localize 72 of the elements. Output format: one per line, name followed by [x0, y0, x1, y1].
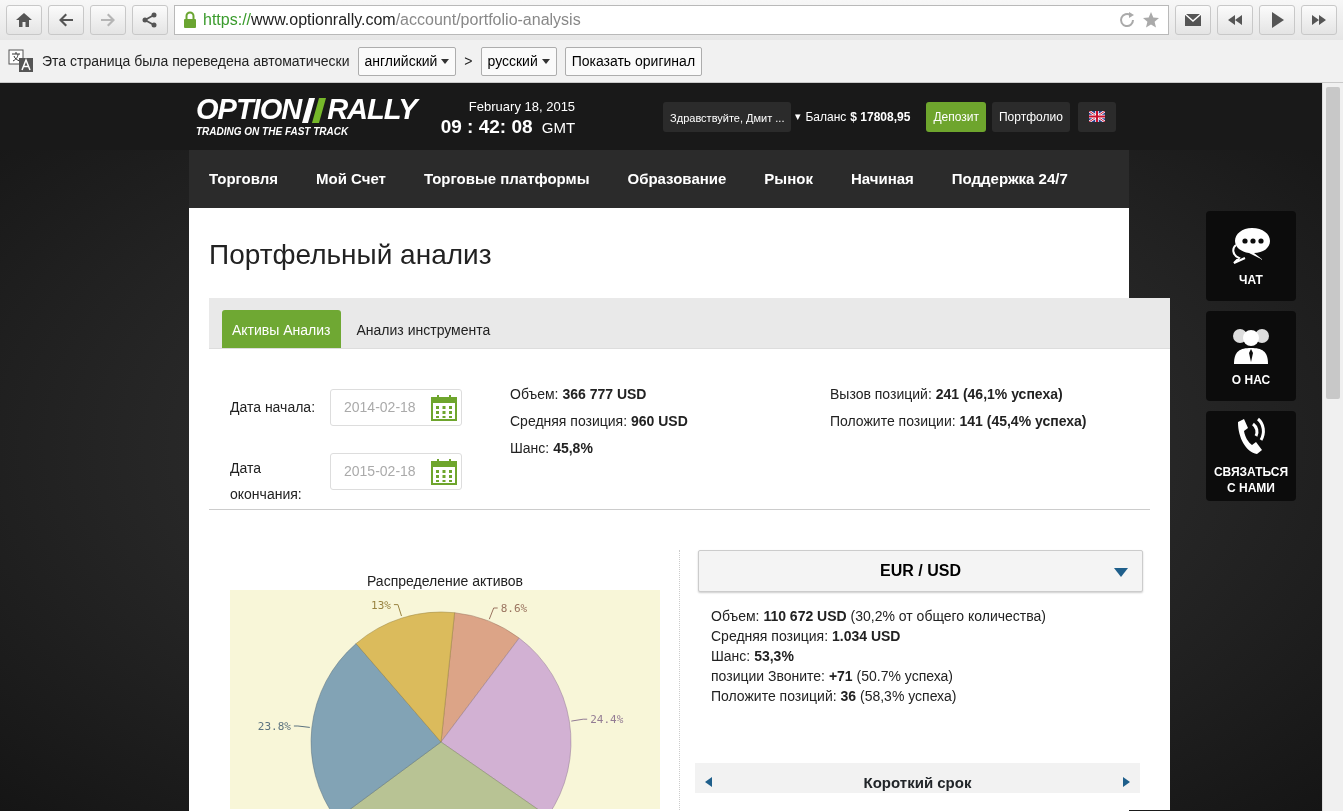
right-arrow-icon[interactable]: [1123, 777, 1130, 787]
caret-icon: [541, 59, 550, 65]
data-label: 24.4%: [570, 713, 624, 727]
mail-icon: [1184, 11, 1202, 29]
logo-text[interactable]: OPTION: [196, 94, 302, 124]
balance-label: Баланс: [805, 108, 847, 126]
show-original-button[interactable]: Показать оригинал: [564, 46, 703, 76]
translate-icon: [8, 49, 34, 73]
nav-link[interactable]: Мой Счет: [316, 167, 386, 191]
nav-link[interactable]: Торговые платформы: [423, 167, 590, 191]
summary-stat: Средняя позиция: 960 USD: [510, 412, 689, 431]
nav-link[interactable]: Поддержка 24/7: [951, 167, 1068, 191]
page-title: Портфельный анализ: [208, 238, 493, 272]
star-icon[interactable]: [1142, 11, 1160, 29]
clock-date: February 18, 2015: [467, 98, 576, 117]
flag-icon: [1088, 111, 1105, 122]
left-arrow-icon[interactable]: [705, 777, 712, 787]
language-button[interactable]: [1077, 101, 1116, 132]
data-label: 23.8%: [257, 720, 311, 733]
caret-icon: [1114, 568, 1128, 577]
instrument-stat: Положите позиций: 36 (58,3% успеха): [711, 687, 958, 706]
about-button[interactable]: О НАС: [1206, 311, 1296, 401]
instrument-stat: позиции Звоните: +71 (50.7% успеха): [711, 667, 954, 686]
translate-message: Эта страница была переведена автоматически: [42, 51, 350, 71]
nav-link[interactable]: Начиная: [850, 167, 914, 191]
field-label: Дата начала:: [230, 398, 317, 417]
portfolio-button[interactable]: Портфолио: [991, 101, 1070, 132]
play-button[interactable]: [1259, 5, 1295, 35]
share-button[interactable]: [132, 5, 168, 35]
data-label: 13%: [371, 598, 402, 617]
user-menu-button[interactable]: Здравствуйте, Дмит ...: [663, 101, 792, 132]
nav-link[interactable]: Торговля: [209, 167, 279, 191]
balance-value: $ 17808,95: [850, 108, 911, 126]
forward-arrow-icon: [99, 11, 117, 29]
tab[interactable]: Анализ инструмента: [346, 310, 501, 348]
contact-button[interactable]: СВЯЗАТЬСЯ С НАМИ: [1206, 411, 1296, 501]
nav-link[interactable]: Образование: [627, 167, 727, 191]
logo-tagline: TRADING ON THE FAST TRACK: [196, 124, 350, 139]
logo-mark-icon[interactable]: [301, 96, 328, 124]
source-language-select[interactable]: английский: [357, 46, 457, 76]
home-icon: [15, 11, 33, 29]
back-arrow-button[interactable]: [48, 5, 84, 35]
home-button[interactable]: [6, 5, 42, 35]
summary-stat: Шанс: 45,8%: [510, 439, 594, 458]
instrument-stat: Средняя позиция: 1.034 USD: [711, 627, 902, 646]
caret-icon: [441, 59, 450, 65]
nav-link[interactable]: Рынок: [764, 167, 813, 191]
instrument-stat: Шанс: 53,3%: [711, 647, 795, 666]
chart-title: Распределение активов: [366, 572, 524, 590]
data-label: 8.6%: [488, 602, 528, 620]
mail-button[interactable]: [1175, 5, 1211, 35]
scrollbar[interactable]: [1322, 83, 1343, 811]
caret-icon: ▾: [795, 108, 802, 125]
language-separator: >: [464, 51, 473, 71]
chat-button[interactable]: ЧАТ: [1206, 211, 1296, 301]
clock-time: 09 : 42: 08: [440, 115, 533, 137]
lock-icon: [183, 11, 197, 29]
term-title: Короткий срок: [863, 775, 972, 791]
calendar-icon[interactable]: [431, 394, 457, 421]
instrument-stat: Объем: 110 672 USD (30,2% от общего количества): [711, 607, 1047, 626]
summary-stat: Положите позиции: 141 (45,4% успеха): [830, 412, 1087, 431]
summary-stat: Вызов позиций: 241 (46,1% успеха): [830, 385, 1064, 404]
target-language-select[interactable]: русский: [480, 46, 557, 76]
summary-stat: Объем: 366 777 USD: [510, 385, 648, 404]
fast-forward-button[interactable]: [1301, 5, 1337, 35]
share-icon: [141, 11, 159, 29]
back-arrow-icon: [57, 11, 75, 29]
rewind-button[interactable]: [1217, 5, 1253, 35]
field-label: Дата окончания:: [230, 459, 303, 504]
clock-timezone: GMT: [540, 118, 576, 136]
calendar-icon[interactable]: [431, 458, 457, 485]
instrument-select[interactable]: EUR / USD: [698, 550, 1143, 592]
